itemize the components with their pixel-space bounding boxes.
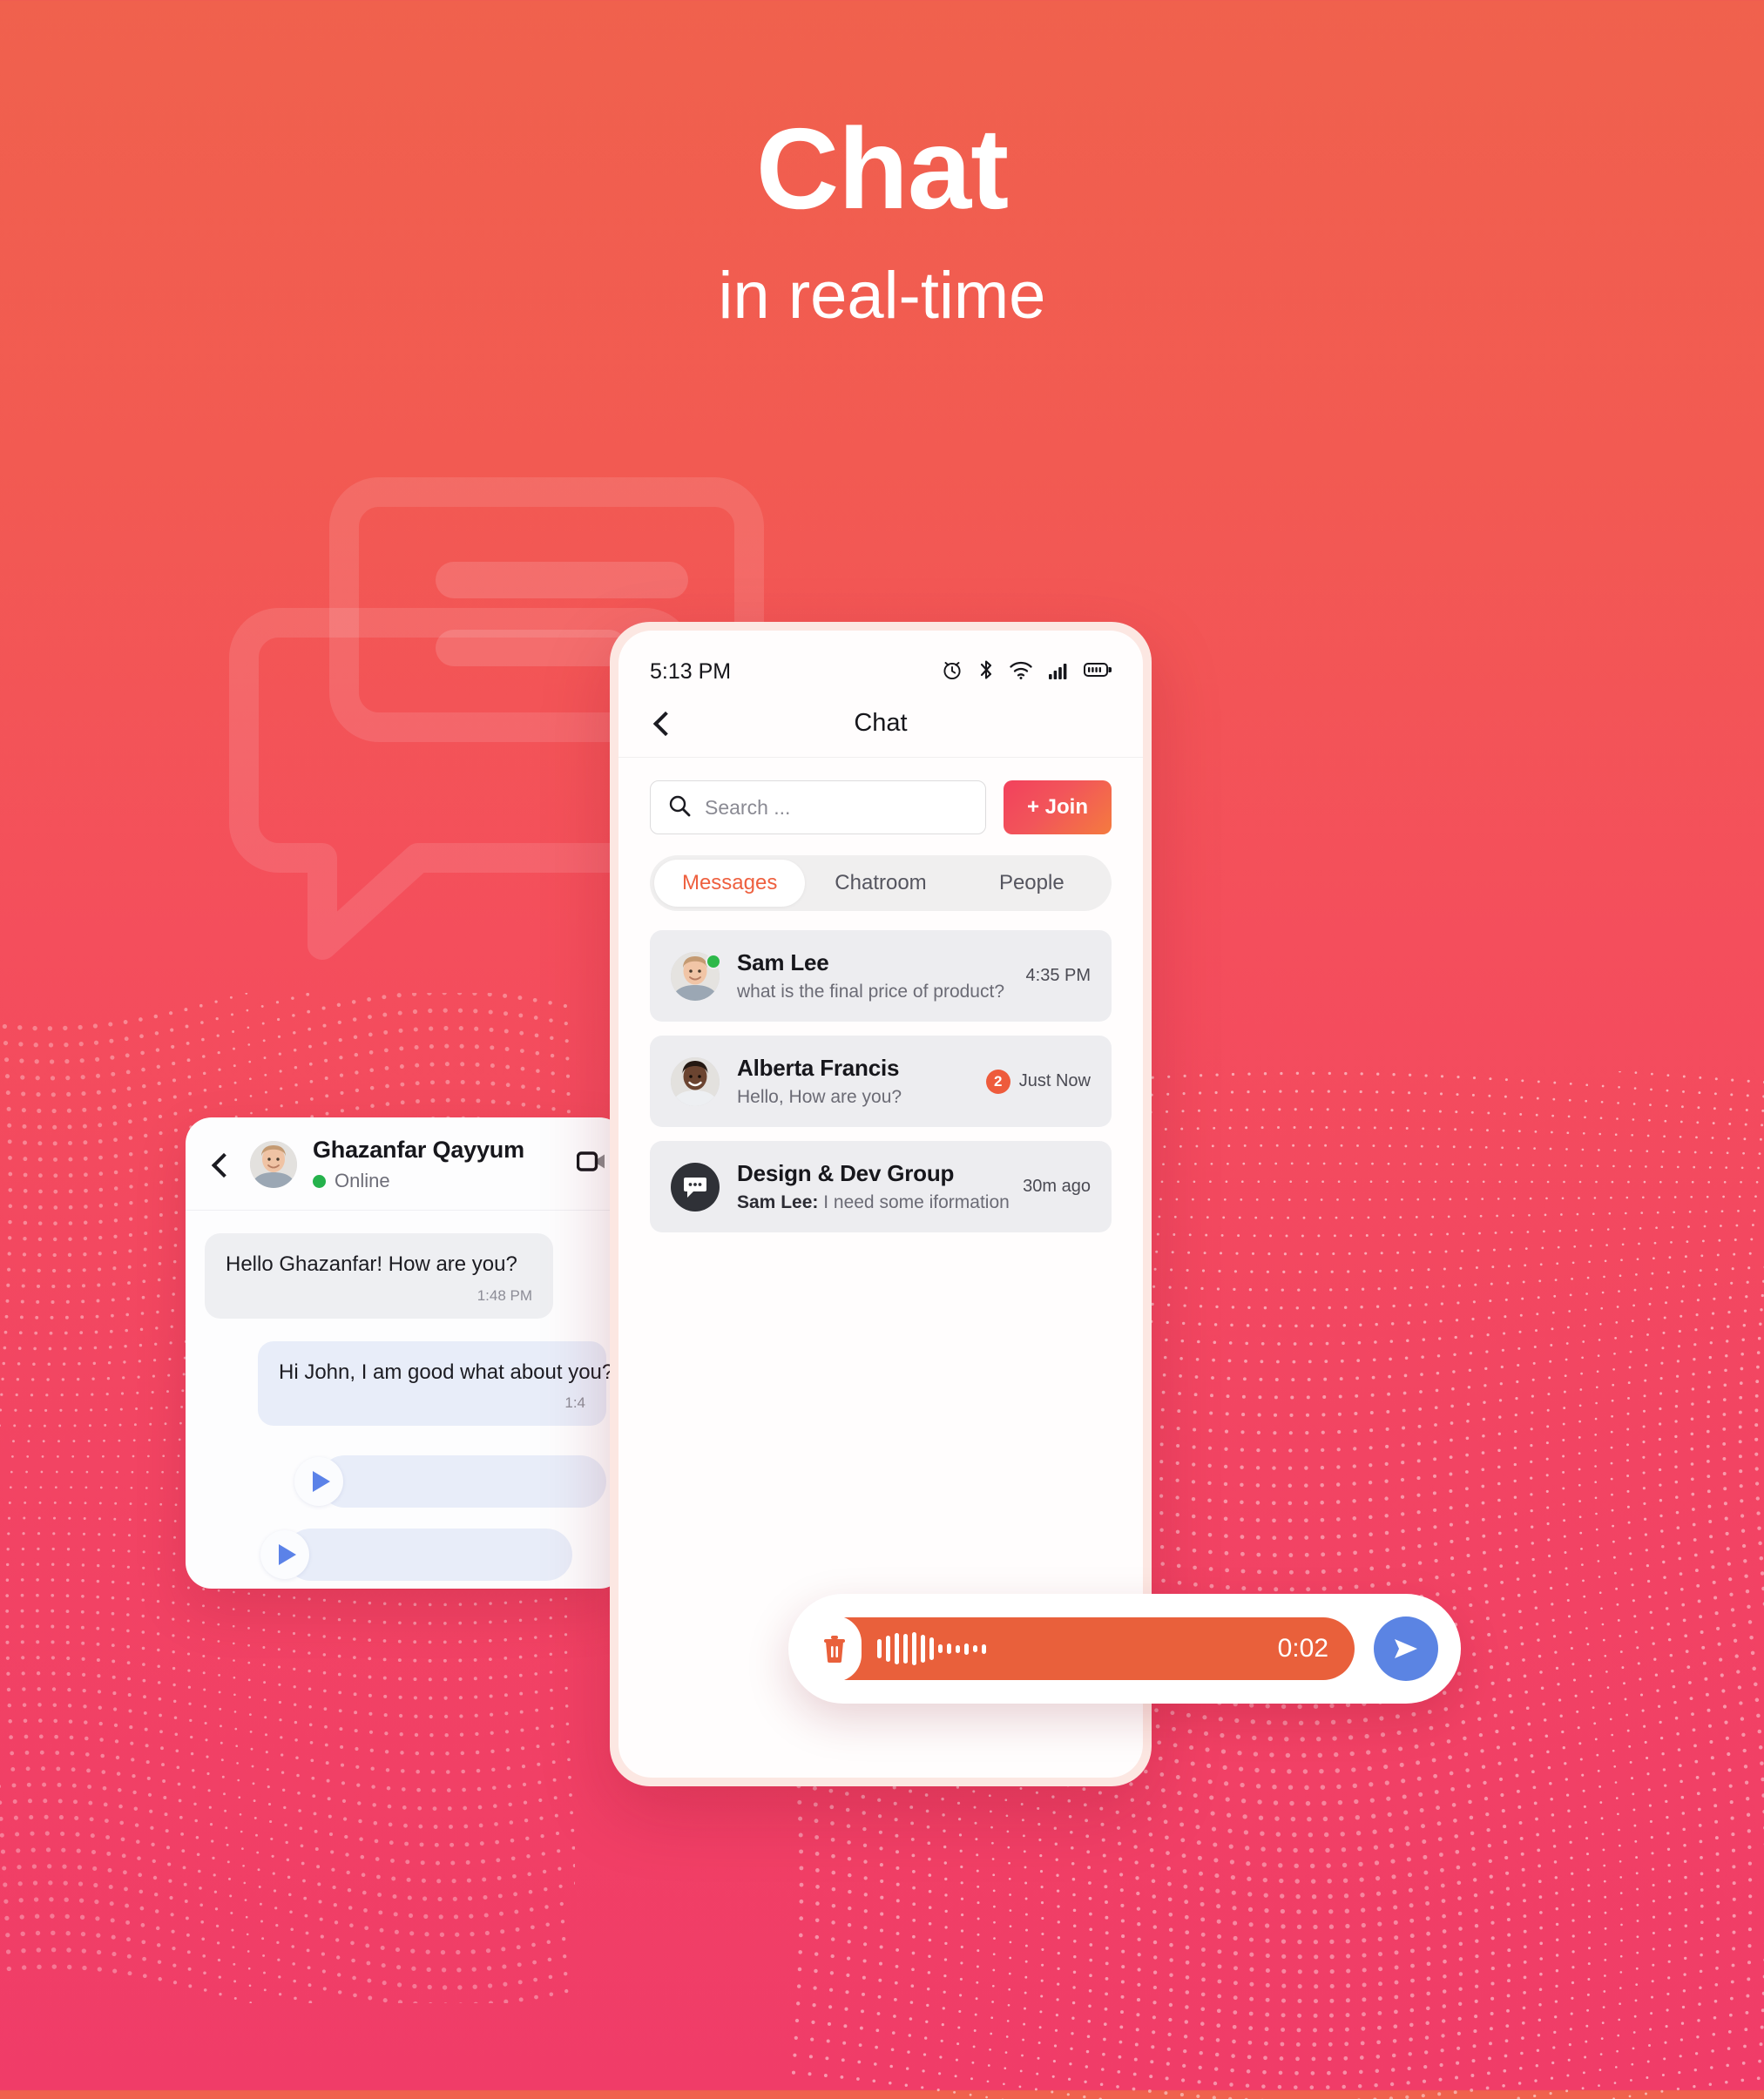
tab-chatroom[interactable]: Chatroom bbox=[805, 860, 956, 907]
list-item[interactable]: Sam Lee what is the final price of produ… bbox=[650, 930, 1112, 1022]
message-timestamp: 1:4 bbox=[279, 1394, 585, 1412]
message-preview-sender: Sam Lee: bbox=[737, 1192, 818, 1212]
list-item[interactable]: Alberta Francis Hello, How are you? 2 Ju… bbox=[650, 1036, 1112, 1127]
video-camera-icon[interactable] bbox=[577, 1151, 606, 1178]
message-bubble-incoming: Hello Ghazanfar! How are you? 1:48 PM bbox=[205, 1233, 553, 1319]
search-input[interactable]: Search ... bbox=[650, 780, 986, 834]
page-title: Chat bbox=[0, 111, 1764, 226]
voice-recorder-bar: 0:02 bbox=[788, 1594, 1461, 1704]
group-chat-icon bbox=[671, 1163, 720, 1211]
status-bar-time: 5:13 PM bbox=[650, 659, 731, 685]
online-status-dot bbox=[313, 1175, 326, 1188]
status-bar-icons bbox=[941, 658, 1112, 685]
online-status-dot bbox=[706, 954, 721, 969]
tab-bar: Messages Chatroom People bbox=[650, 855, 1112, 911]
battery-icon bbox=[1084, 661, 1112, 683]
avatar bbox=[250, 1141, 297, 1188]
play-icon[interactable] bbox=[260, 1530, 309, 1579]
message-preview-text: I need some iformation bbox=[823, 1192, 1010, 1212]
voice-message-outgoing bbox=[319, 1455, 606, 1508]
trash-icon[interactable] bbox=[808, 1616, 862, 1682]
app-bar-title: Chat bbox=[618, 709, 1143, 738]
conversation-detail-card: Ghazanfar Qayyum Online Hello Ghazanfar!… bbox=[186, 1117, 625, 1589]
message-timestamp: Just Now bbox=[1019, 1071, 1091, 1091]
group-name: Design & Dev Group bbox=[737, 1160, 1012, 1187]
message-preview: Hello, How are you? bbox=[737, 1087, 976, 1108]
status-bar: 5:13 PM bbox=[618, 631, 1143, 698]
waveform-icon bbox=[877, 1631, 986, 1666]
contact-name: Sam Lee bbox=[737, 949, 1016, 976]
message-preview: what is the final price of product? bbox=[737, 982, 1016, 1002]
join-button[interactable]: + Join bbox=[1004, 780, 1112, 834]
send-icon[interactable] bbox=[1374, 1616, 1438, 1681]
voice-message-incoming bbox=[285, 1529, 572, 1581]
search-row: Search ... + Join bbox=[618, 758, 1143, 834]
message-text: Hello Ghazanfar! How are you? bbox=[226, 1251, 532, 1279]
message-text: Hi John, I am good what about you? bbox=[279, 1359, 585, 1387]
message-timestamp: 1:48 PM bbox=[226, 1287, 532, 1305]
chevron-left-icon[interactable] bbox=[208, 1153, 231, 1176]
conversation-contact-meta: Ghazanfar Qayyum Online bbox=[313, 1137, 524, 1192]
cellular-signal-icon bbox=[1048, 659, 1069, 685]
tab-messages[interactable]: Messages bbox=[654, 860, 805, 907]
play-icon[interactable] bbox=[294, 1457, 343, 1506]
conversation-messages: Hello Ghazanfar! How are you? 1:48 PM Hi… bbox=[186, 1211, 625, 1581]
contact-status-label: Online bbox=[335, 1170, 390, 1192]
alarm-clock-icon bbox=[941, 658, 963, 685]
search-placeholder: Search ... bbox=[705, 796, 790, 820]
wifi-icon bbox=[1009, 659, 1033, 685]
conversation-header: Ghazanfar Qayyum Online bbox=[186, 1117, 625, 1211]
search-icon bbox=[668, 794, 691, 821]
conversation-list: Sam Lee what is the final price of produ… bbox=[618, 911, 1143, 1232]
recording-duration: 0:02 bbox=[1278, 1634, 1328, 1664]
message-preview: Sam Lee: I need some iformation bbox=[737, 1192, 1012, 1213]
hero-header: Chat in real-time bbox=[0, 0, 1764, 329]
list-item[interactable]: Design & Dev Group Sam Lee: I need some … bbox=[650, 1141, 1112, 1232]
page-subtitle: in real-time bbox=[0, 263, 1764, 329]
app-bar: Chat bbox=[618, 698, 1143, 758]
bluetooth-icon bbox=[978, 658, 994, 685]
message-bubble-outgoing: Hi John, I am good what about you? 1:4 bbox=[258, 1341, 606, 1427]
status-badge: 2 bbox=[986, 1070, 1010, 1094]
message-timestamp: 4:35 PM bbox=[1026, 966, 1091, 986]
message-timestamp: 30m ago bbox=[1023, 1177, 1091, 1197]
tab-people[interactable]: People bbox=[956, 860, 1107, 907]
recording-track: 0:02 bbox=[811, 1617, 1355, 1680]
contact-name: Alberta Francis bbox=[737, 1055, 976, 1082]
avatar bbox=[671, 1057, 720, 1106]
contact-name: Ghazanfar Qayyum bbox=[313, 1137, 524, 1164]
